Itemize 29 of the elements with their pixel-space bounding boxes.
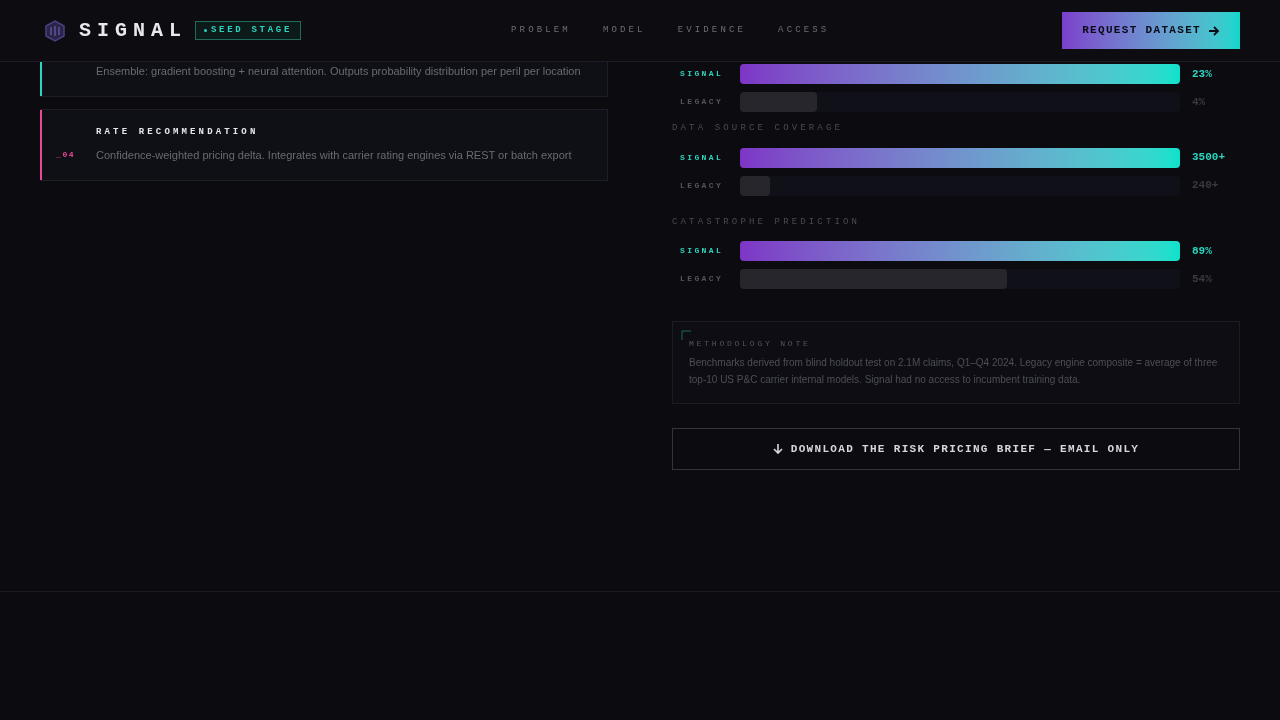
nav-link[interactable]: EVIDENCE (677, 23, 747, 38)
nav-link[interactable]: ACCESS (778, 23, 830, 38)
series-label: LEGACY (679, 179, 725, 192)
hexagon-logo-icon (43, 18, 67, 43)
corner-bracket-icon (681, 330, 691, 340)
bar-value: 89% (1192, 243, 1212, 259)
step-title: RATE RECOMMENDATION (96, 125, 260, 139)
series-label: SIGNAL (679, 151, 725, 164)
metric-title: CATASTROPHE PREDICTION (672, 215, 862, 229)
stage-badge: SEED STAGE (195, 20, 302, 41)
arrow-down-icon (772, 443, 783, 455)
bar-value: 23% (1192, 66, 1212, 82)
note-label: METHODOLOGY NOTE (689, 338, 812, 350)
brand-name: SIGNAL (79, 17, 187, 44)
series-label: SIGNAL (679, 245, 725, 257)
step-description: Confidence-weighted pricing delta. Integrates with carrier rating engines via REST or batch export (96, 148, 572, 163)
series-label: LEGACY (679, 273, 725, 285)
step-index: _04 (56, 149, 76, 159)
metric-title: DATA SOURCE COVERAGE (672, 122, 845, 135)
series-label: LEGACY (679, 96, 725, 108)
nav-link[interactable]: MODEL (602, 23, 646, 38)
bar-value: 3500+ (1192, 150, 1225, 166)
nav-link[interactable]: PROBLEM (511, 23, 571, 38)
arrow-right-icon (1209, 25, 1220, 36)
note-text: Benchmarks derived from blind holdout test on 2.1M claims, Q1–Q4 2024. Legacy engine composite = average of three top-10 US P&C carrier internal models. Signal had no access to incumbent training data. (689, 356, 1219, 387)
request-dataset-button[interactable]: REQUEST DATASET (1062, 12, 1240, 49)
series-label: SIGNAL (679, 68, 725, 80)
step-description: Ensemble: gradient boosting + neural attention. Outputs probability distribution per peril per location (96, 64, 581, 79)
download-brief-button[interactable]: DOWNLOAD THE RISK PRICING BRIEF — EMAIL ONLY (672, 428, 1240, 470)
